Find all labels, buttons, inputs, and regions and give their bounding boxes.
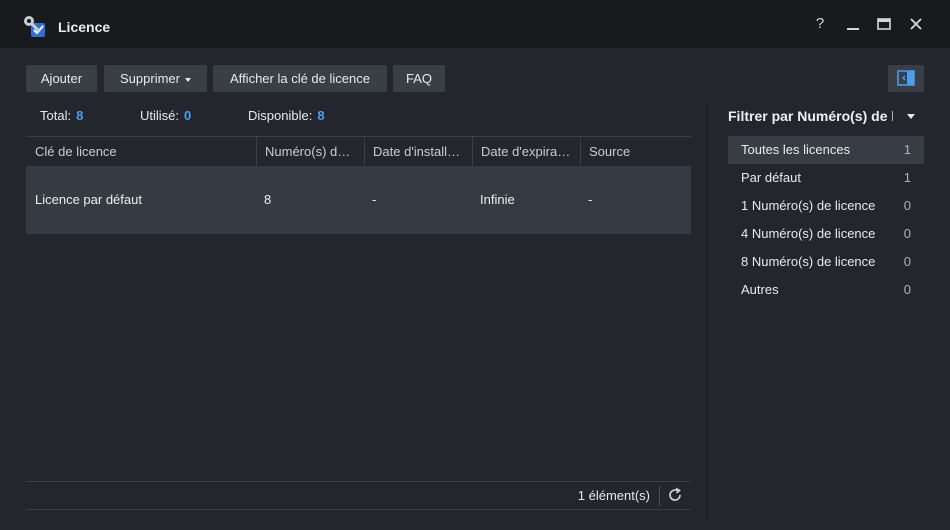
chevron-down-icon [184,77,191,82]
stat-available: Disponible: 8 [248,108,325,123]
filter-item-all[interactable]: Toutes les licences 1 [728,136,924,164]
filter-item-4-license[interactable]: 4 Numéro(s) de licence 0 [728,220,924,248]
show-license-key-button[interactable]: Afficher la clé de licence [213,65,387,92]
help-icon[interactable]: ? [812,16,828,32]
stat-used-value: 0 [184,108,192,123]
refresh-icon[interactable] [667,487,683,503]
column-header-license-count[interactable]: Numéro(s) de licence [265,137,356,166]
column-header-install-date[interactable]: Date d'installation [373,137,464,166]
filter-item-label: 1 Numéro(s) de licence [741,198,876,213]
stat-total-label: Total: [40,108,72,123]
filter-item-default[interactable]: Par défaut 1 [728,164,924,192]
filter-item-label: Toutes les licences [741,142,851,157]
key-app-icon [24,16,45,37]
filter-item-count: 1 [903,170,911,185]
stat-used: Utilisé: 0 [140,108,191,123]
stat-total: Total: 8 [40,108,83,123]
filter-item-1-license[interactable]: 1 Numéro(s) de licence 0 [728,192,924,220]
filter-item-count: 0 [903,198,911,213]
table-header: Clé de licence Numéro(s) de licence Date… [26,136,691,167]
footer-bottom-border [26,509,691,510]
column-divider[interactable] [580,137,581,166]
column-header-license-key[interactable]: Clé de licence [35,137,250,166]
cell-install-date: - [372,192,377,207]
panel-divider [707,102,708,520]
filter-item-count: 0 [903,282,911,297]
filter-item-count: 1 [903,142,911,157]
delete-button-label: Supprimer [120,71,180,86]
footer-divider [26,481,691,482]
filter-item-label: 4 Numéro(s) de licence [741,226,876,241]
column-header-expiration-date[interactable]: Date d'expiration [481,137,572,166]
title-bar: Licence ? [0,0,950,48]
faq-button[interactable]: FAQ [393,65,445,92]
cell-source: - [588,192,593,207]
filter-item-8-license[interactable]: 8 Numéro(s) de licence 0 [728,248,924,276]
cell-license-key: Licence par défaut [35,192,142,207]
cell-license-count: 8 [264,192,272,207]
minimize-icon[interactable] [845,16,861,32]
filter-item-label: Autres [741,282,779,297]
stat-available-label: Disponible: [248,108,313,123]
footer-separator [659,486,660,506]
stat-total-value: 8 [76,108,84,123]
table-row[interactable]: Licence par défaut 8 - Infinie - [26,166,691,234]
stat-available-value: 8 [317,108,325,123]
column-divider[interactable] [472,137,473,166]
licence-window: Licence ? Ajouter Supprimer Afficher la … [0,0,950,530]
column-header-source[interactable]: Source [589,137,679,166]
cell-expiration-date: Infinie [480,192,515,207]
close-icon[interactable] [908,16,924,32]
filter-item-count: 0 [903,226,911,241]
chevron-down-icon[interactable] [907,114,915,119]
column-divider[interactable] [364,137,365,166]
maximize-icon[interactable] [876,16,892,32]
delete-button[interactable]: Supprimer [104,65,207,92]
panel-toggle-icon [897,70,915,86]
filter-item-count: 0 [903,254,911,269]
filter-item-label: Par défaut [741,170,801,185]
filter-item-label: 8 Numéro(s) de licence [741,254,876,269]
window-title: Licence [58,19,111,35]
column-divider[interactable] [256,137,257,166]
filter-item-others[interactable]: Autres 0 [728,276,924,304]
add-button[interactable]: Ajouter [26,65,97,92]
filter-title[interactable]: Filtrer par Numéro(s) de licence [728,108,893,124]
panel-toggle-button[interactable] [888,65,924,92]
stat-used-label: Utilisé: [140,108,180,123]
item-count: 1 élément(s) [577,488,650,503]
